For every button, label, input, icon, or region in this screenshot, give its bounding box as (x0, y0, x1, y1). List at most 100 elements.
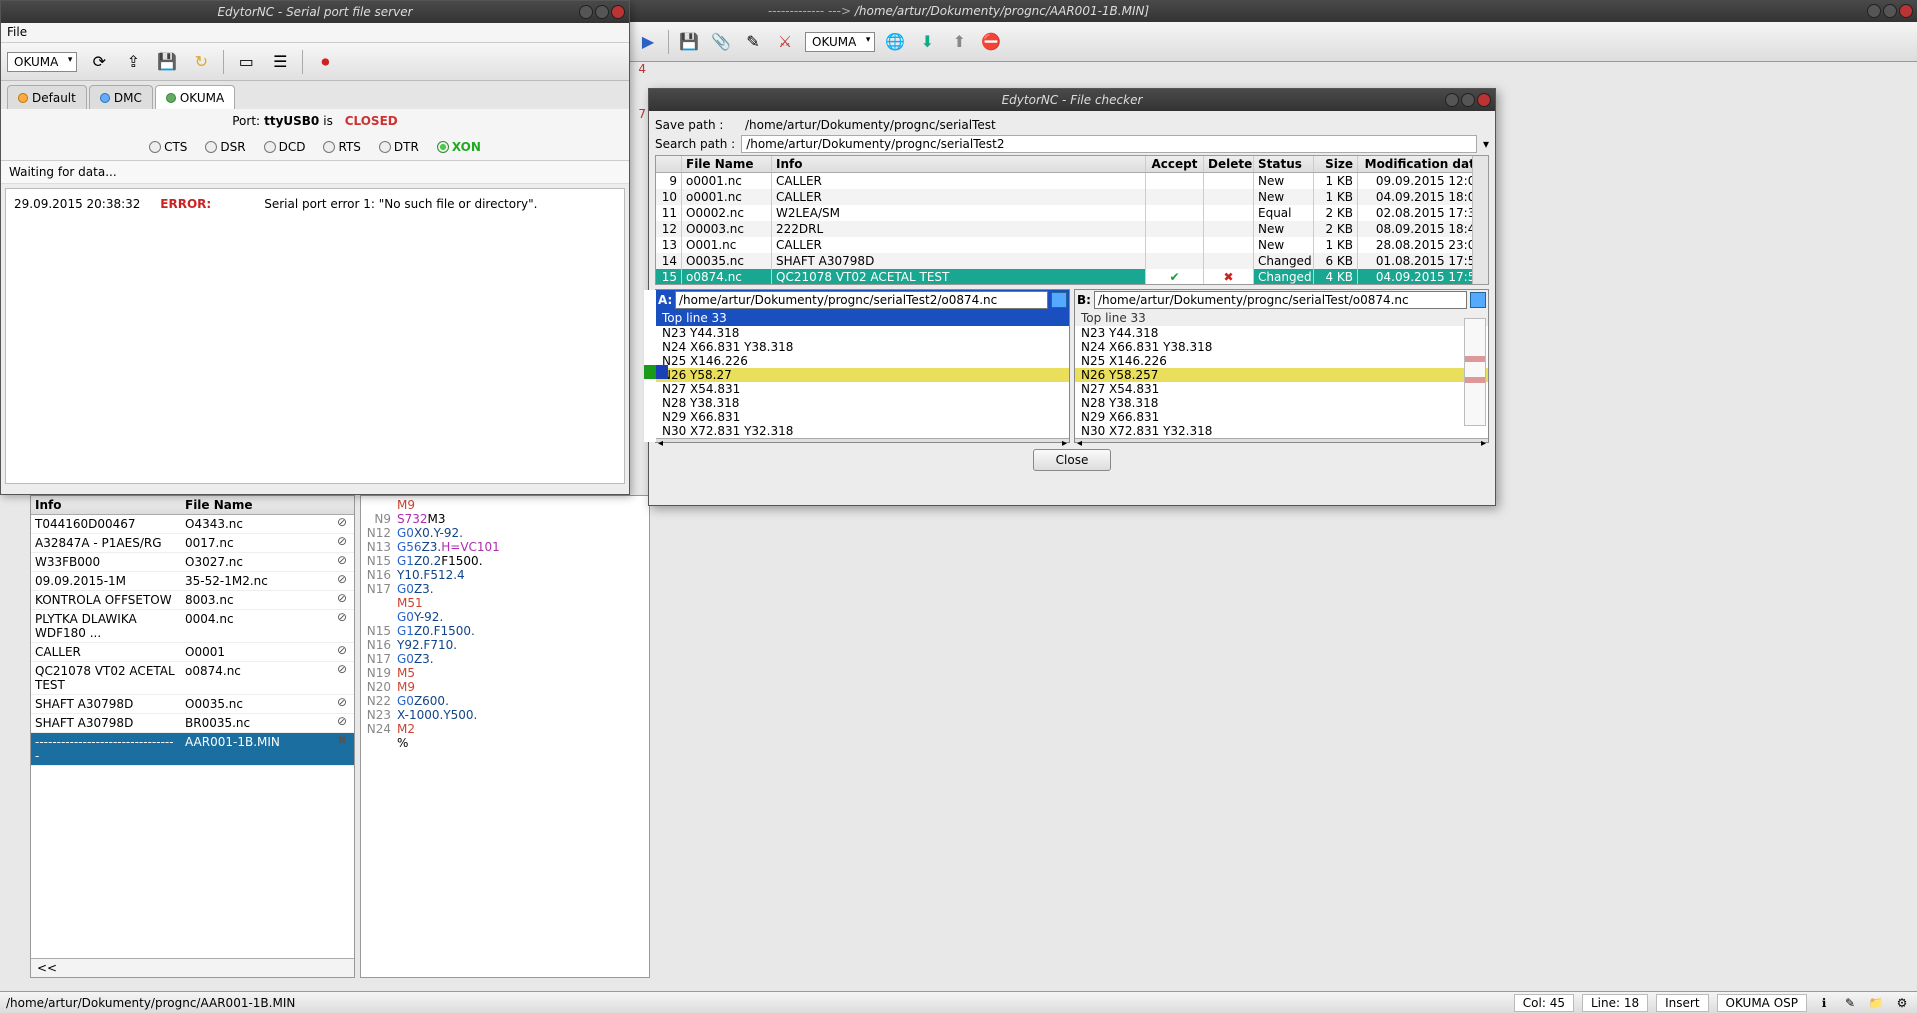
list-item[interactable]: ---------------------------------AAR001-… (31, 733, 354, 766)
maximize-icon[interactable] (1883, 4, 1897, 18)
status-gear-icon[interactable]: ⚙ (1893, 995, 1911, 1011)
upload-icon[interactable]: ⬆ (947, 30, 971, 54)
globe-icon[interactable]: 🌐 (883, 30, 907, 54)
diff-line: N23 Y44.318 (656, 326, 1069, 340)
signal-cts: CTS (149, 140, 187, 154)
list-item[interactable]: PLYTKA DLAWIKA WDF180 ...0004.nc⊘ (31, 610, 354, 643)
profile-combo[interactable]: OKUMA (7, 52, 77, 72)
list-item[interactable]: SHAFT A30798DBR0035.nc⊘ (31, 714, 354, 733)
list-item[interactable]: CALLERO0001⊘ (31, 643, 354, 662)
tab-default[interactable]: Default (7, 85, 87, 109)
diff-a-topline: Top line 33 (656, 310, 1069, 326)
reload-icon[interactable]: ↻ (189, 50, 213, 74)
close-icon[interactable] (1899, 4, 1913, 18)
maximize-icon[interactable] (595, 5, 609, 19)
file-list-header: InfoFile Name (31, 496, 354, 515)
diff-b-header: B: /home/artur/Dokumenty/prognc/serialTe… (1075, 290, 1488, 310)
status-line: Line: 18 (1582, 994, 1648, 1012)
save-path-row: Save path : /home/artur/Dokumenty/prognc… (655, 117, 1489, 133)
table-row[interactable]: 11O0002.ncW2LEA/SMEqual2 KB02.08.2015 17… (656, 205, 1488, 221)
list-item[interactable]: KONTROLA OFFSETOW8003.nc⊘ (31, 591, 354, 610)
signal-dtr: DTR (379, 140, 419, 154)
status-bar: /home/artur/Dokumenty/prognc/AAR001-1B.M… (0, 991, 1917, 1013)
main-title-prefix: ------------- ---> (768, 4, 851, 18)
signal-xon: XON (437, 140, 481, 154)
diff-line: N28 Y38.318 (1075, 396, 1488, 410)
diff-view: A: /home/artur/Dokumenty/prognc/serialTe… (655, 289, 1489, 443)
list-item[interactable]: W33FB000O3027.nc⊘ (31, 553, 354, 572)
tab-dmc[interactable]: DMC (89, 85, 153, 109)
code-editor[interactable]: M9 N9S732M3N12G0X0.Y-92.N13G56Z3.H=VC101… (360, 495, 650, 978)
serial-toolbar: OKUMA ⟳ ⇪ 💾 ↻ ▭ ☰ ⏺ (1, 43, 629, 81)
table-row[interactable]: 10o0001.ncCALLERNew1 KB04.09.2015 18:03 (656, 189, 1488, 205)
conflict-icon[interactable]: ⚔ (773, 30, 797, 54)
table-row[interactable]: 13O001.ncCALLERNew1 KB28.08.2015 23:00 (656, 237, 1488, 253)
accept-icon[interactable]: ✔ (1169, 270, 1179, 284)
status-mode: Insert (1656, 994, 1708, 1012)
window-icon[interactable]: ▭ (234, 50, 258, 74)
minimize-icon[interactable] (579, 5, 593, 19)
search-path-input[interactable]: /home/artur/Dokumenty/prognc/serialTest2 (741, 135, 1477, 153)
diff-line: N23 Y44.318 (1075, 326, 1488, 340)
erase-icon[interactable]: ✎ (741, 30, 765, 54)
serial-menu-bar: File (1, 23, 629, 43)
list-item[interactable]: QC21078 VT02 ACETAL TESTo0874.nc⊘ (31, 662, 354, 695)
table-row[interactable]: 9o0001.ncCALLERNew1 KB09.09.2015 12:03 (656, 173, 1488, 189)
diff-b-scrollbar[interactable] (1075, 438, 1488, 442)
upload-icon[interactable]: ⇪ (121, 50, 145, 74)
signal-dcd: DCD (264, 140, 306, 154)
list-item[interactable]: T044160D00467O4343.nc⊘ (31, 515, 354, 534)
status-edit-icon[interactable]: ✎ (1841, 995, 1859, 1011)
record-icon[interactable]: ⏺ (313, 50, 337, 74)
table-scrollbar[interactable] (1472, 156, 1488, 284)
serial-signals: CTSDSRDCDRTSDTRXON (1, 133, 629, 161)
diff-line: N26 Y58.257 (1075, 368, 1488, 382)
close-icon[interactable] (611, 5, 625, 19)
serial-titlebar[interactable]: EdytorNC - Serial port file server (1, 1, 629, 23)
tab-okuma[interactable]: OKUMA (155, 85, 235, 109)
status-info-icon[interactable]: ℹ (1815, 995, 1833, 1011)
diff-b-path[interactable]: /home/artur/Dokumenty/prognc/serialTest/… (1094, 291, 1467, 309)
disk-icon[interactable]: 💾 (155, 50, 179, 74)
diff-pane-b: B: /home/artur/Dokumenty/prognc/serialTe… (1074, 289, 1489, 443)
file-checker-titlebar[interactable]: EdytorNC - File checker (649, 89, 1495, 111)
table-row[interactable]: 15o0874.ncQC21078 VT02 ACETAL TEST✔✖Chan… (656, 269, 1488, 285)
diff-line: N29 X66.831 (1075, 410, 1488, 424)
diff-minimap[interactable] (1464, 318, 1486, 426)
stop-icon[interactable]: ⛔ (979, 30, 1003, 54)
diff-a-scrollbar[interactable] (656, 438, 1069, 442)
close-icon[interactable] (1477, 93, 1491, 107)
download-icon[interactable]: ⬇ (915, 30, 939, 54)
save-icon[interactable]: 💾 (677, 30, 701, 54)
refresh-icon[interactable]: ⟳ (87, 50, 111, 74)
play-icon[interactable]: ▶ (636, 30, 660, 54)
disk-icon[interactable] (1470, 292, 1486, 308)
machine-combo[interactable]: OKUMA (805, 32, 875, 52)
delete-icon[interactable]: ✖ (1223, 270, 1233, 284)
status-folder-icon[interactable]: 📁 (1867, 995, 1885, 1011)
list-icon[interactable]: ☰ (268, 50, 292, 74)
list-item[interactable]: 09.09.2015-1M35-52-1M2.nc⊘ (31, 572, 354, 591)
profile-tabs: Default DMC OKUMA (1, 81, 629, 109)
file-checker-table: File Name Info Accept Delete Status Size… (655, 155, 1489, 285)
diff-a-header: A: /home/artur/Dokumenty/prognc/serialTe… (656, 290, 1069, 310)
waiting-text: Waiting for data... (1, 161, 629, 184)
table-row[interactable]: 14O0035.ncSHAFT A30798DChanged6 KB01.08.… (656, 253, 1488, 269)
diff-a-path[interactable]: /home/artur/Dokumenty/prognc/serialTest2… (675, 291, 1048, 309)
minimize-icon[interactable] (1445, 93, 1459, 107)
disk-icon[interactable] (1051, 292, 1067, 308)
file-list-pane: InfoFile Name T044160D00467O4343.nc⊘A328… (30, 495, 355, 978)
list-item[interactable]: SHAFT A30798DO0035.nc⊘ (31, 695, 354, 714)
diff-b-topline: Top line 33 (1075, 310, 1488, 326)
attach-icon[interactable]: 📎 (709, 30, 733, 54)
dropdown-icon[interactable]: ▾ (1483, 137, 1489, 151)
table-row[interactable]: 12O0003.nc222DRLNew2 KB08.09.2015 18:42 (656, 221, 1488, 237)
close-button[interactable]: Close (1033, 449, 1112, 471)
status-path: /home/artur/Dokumenty/prognc/AAR001-1B.M… (6, 996, 295, 1010)
maximize-icon[interactable] (1461, 93, 1475, 107)
diff-pane-a: A: /home/artur/Dokumenty/prognc/serialTe… (655, 289, 1070, 443)
file-list-footer[interactable]: << (31, 958, 354, 977)
list-item[interactable]: A32847A - P1AES/RG0017.nc⊘ (31, 534, 354, 553)
menu-file[interactable]: File (7, 25, 27, 39)
minimize-icon[interactable] (1867, 4, 1881, 18)
